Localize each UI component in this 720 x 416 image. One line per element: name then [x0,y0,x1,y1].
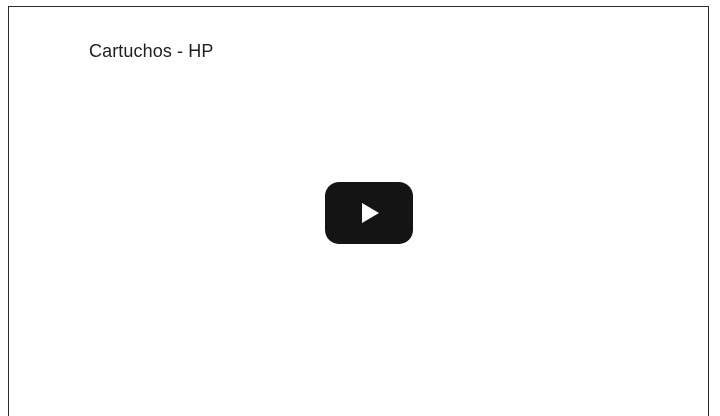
play-button[interactable] [325,182,413,244]
play-icon [362,203,379,223]
video-title[interactable]: Cartuchos - HP [89,41,213,62]
video-embed-frame[interactable]: Cartuchos - HP [8,6,709,416]
